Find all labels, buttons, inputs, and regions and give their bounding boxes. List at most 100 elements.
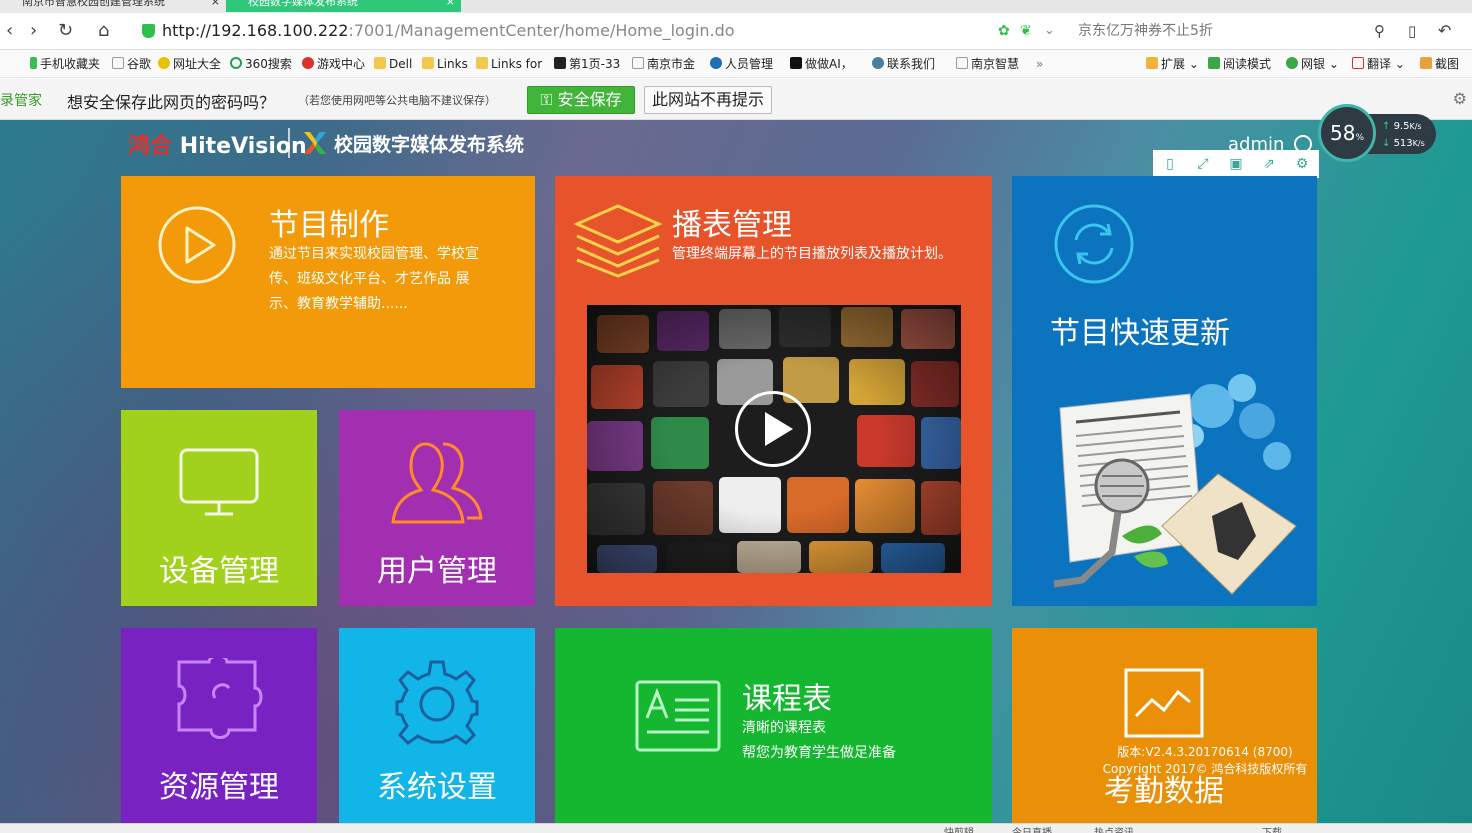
- status-item[interactable]: 热点资讯: [1094, 824, 1134, 833]
- play-button-icon[interactable]: [735, 391, 811, 467]
- usage-percent-value: 58: [1329, 121, 1356, 145]
- tile-resource-management[interactable]: 资源管理: [121, 628, 317, 823]
- bookmark-item[interactable]: 联系我们: [872, 56, 935, 72]
- close-icon[interactable]: ×: [211, 0, 220, 12]
- game-icon: [302, 57, 314, 69]
- bookmark-item[interactable]: Dell: [374, 56, 412, 72]
- bookmark-label: Links: [437, 57, 468, 71]
- tile-description: 管理终端屏幕上的节目播放列表及播放计划。: [672, 246, 952, 262]
- toolbar-bank[interactable]: 网银 ⌄: [1286, 56, 1339, 72]
- search-input[interactable]: 京东亿万神券不止5折: [1070, 18, 1370, 44]
- tab-smart-campus[interactable]: 南京市智慧校园创建管理系统 ×: [0, 0, 226, 12]
- tile-title: 设备管理: [159, 554, 279, 589]
- status-item[interactable]: 今日直播: [1012, 824, 1052, 833]
- usage-percent: 58%: [1329, 121, 1364, 145]
- puzzle-icon: [1146, 57, 1158, 69]
- network-speed-widget[interactable]: ↑ 9.5K/s ↓ 513K/s 58%: [1318, 104, 1436, 162]
- folder-icon: [422, 57, 434, 69]
- bookmark-item[interactable]: 第1页-33: [554, 56, 620, 72]
- tile-user-management[interactable]: 用户管理: [339, 410, 535, 606]
- save-password-button[interactable]: ⚿ 安全保存: [527, 86, 635, 114]
- bookmark-item[interactable]: Links for: [476, 56, 542, 72]
- tile-playlist-management[interactable]: 播表管理 管理终端屏幕上的节目播放列表及播放计划。: [555, 176, 992, 606]
- tile-attendance-data[interactable]: 考勤数据: [1012, 628, 1317, 823]
- tile-program-production[interactable]: 节目制作 通过节目来实现校园管理、学校宣传、班级文化平台、才艺作品 展示、教育教…: [121, 176, 535, 388]
- bookmark-label: Links for: [491, 57, 543, 71]
- bookmark-item[interactable]: 360搜索: [230, 56, 292, 72]
- logo-divider: [288, 128, 290, 158]
- search-icon[interactable]: ⚲: [1374, 21, 1385, 41]
- undo-icon[interactable]: ↶: [1438, 21, 1451, 41]
- bookmark-label: 谷歌: [127, 57, 152, 71]
- status-item[interactable]: 下载: [1262, 824, 1282, 833]
- puzzle-icon: [177, 658, 263, 739]
- page-toolbar: ▯ ⤢ ▣ ⇗ ⚙: [1153, 150, 1319, 178]
- never-for-this-site-button[interactable]: 此网站不再提示: [644, 86, 772, 114]
- save-icon[interactable]: ▣: [1227, 155, 1245, 173]
- toolbar-screenshot[interactable]: 截图: [1420, 56, 1459, 72]
- number-three-icon: [554, 57, 566, 69]
- bookmark-item[interactable]: 南京市金: [632, 56, 695, 72]
- promo-video[interactable]: [587, 305, 961, 573]
- globe-icon: [158, 57, 170, 69]
- toolbar-label: 阅读模式: [1223, 57, 1272, 71]
- bookmark-item[interactable]: 网址大全: [158, 56, 221, 72]
- speed-unit: K/s: [1412, 139, 1425, 148]
- line-chart-icon: [1124, 668, 1204, 738]
- speedup-icon[interactable]: ✿: [998, 21, 1010, 41]
- tab-title: 南京市智慧校园创建管理系统: [22, 0, 165, 8]
- gear-icon[interactable]: ⚙: [1293, 155, 1311, 173]
- tile-system-settings[interactable]: 系统设置: [339, 628, 535, 823]
- gear-icon: [395, 660, 479, 745]
- shield-icon: [1286, 57, 1298, 69]
- x-logo-icon: [304, 132, 326, 154]
- bookmark-item[interactable]: 人员管理: [710, 56, 773, 72]
- bookmark-label: Dell: [389, 57, 413, 71]
- bookmarks-bar: 手机收藏夹 谷歌 网址大全 360搜索 游戏中心 Dell Links Link…: [0, 50, 1472, 78]
- close-icon[interactable]: ×: [446, 0, 455, 12]
- save-password-label: 安全保存: [557, 90, 622, 109]
- toolbar-extensions[interactable]: 扩展 ⌄: [1146, 56, 1199, 72]
- fullscreen-icon[interactable]: ⤢: [1194, 155, 1212, 173]
- tab-media-system[interactable]: 校园数字媒体发布系统 ×: [226, 0, 461, 12]
- speed-unit: K/s: [1409, 122, 1422, 131]
- tablet-icon[interactable]: ▯: [1161, 155, 1179, 173]
- password-manager-brand: 录管家: [0, 93, 42, 109]
- more-bookmarks-icon[interactable]: »: [1036, 56, 1043, 72]
- url-field[interactable]: http://192.168.100.222:7001/ManagementCe…: [140, 18, 1060, 44]
- home-icon[interactable]: ⌂: [98, 21, 109, 41]
- browser-tab-strip: 南京市智慧校园创建管理系统 × 校园数字媒体发布系统 ×: [0, 0, 1472, 13]
- toolbar-label: 扩展: [1161, 57, 1186, 71]
- bookmark-item[interactable]: Links: [422, 56, 468, 72]
- back-icon[interactable]: ‹: [6, 21, 13, 41]
- layers-icon: [573, 204, 663, 278]
- status-item[interactable]: 快剪辑: [944, 824, 974, 833]
- bookmark-item[interactable]: 南京智慧: [956, 56, 1019, 72]
- security-shield-icon: [142, 24, 155, 38]
- tile-class-schedule[interactable]: 课程表 清晰的课程表 帮您为教育学生做足准备: [555, 628, 992, 823]
- toolbar-translate[interactable]: 翻译 ⌄: [1352, 56, 1405, 72]
- forward-icon[interactable]: ›: [30, 21, 37, 41]
- memory-usage-ring: 58%: [1318, 104, 1376, 162]
- share-icon[interactable]: ⇗: [1260, 155, 1278, 173]
- people-icon: [710, 57, 722, 69]
- bookmark-item[interactable]: 做做AI，: [790, 56, 853, 72]
- upload-speed: ↑ 9.5K/s: [1382, 118, 1436, 135]
- bookmark-label: 联系我们: [887, 57, 936, 71]
- tile-device-management[interactable]: 设备管理: [121, 410, 317, 606]
- bookmark-label: 游戏中心: [317, 57, 366, 71]
- leaf-icon[interactable]: ❦: [1020, 21, 1032, 41]
- tile-quick-program-update[interactable]: 节目快速更新: [1012, 176, 1317, 606]
- toolbar-reader-mode[interactable]: 阅读模式: [1208, 56, 1271, 72]
- tile-title: 资源管理: [159, 770, 279, 805]
- brand-cn: 鸿合: [128, 134, 173, 159]
- search-360-icon: [230, 57, 242, 69]
- bookmark-item[interactable]: 谷歌: [112, 56, 151, 72]
- gear-icon[interactable]: ⚙: [1453, 89, 1467, 108]
- bookmark-item[interactable]: 游戏中心: [302, 56, 365, 72]
- phone-icon[interactable]: ▯: [1408, 21, 1416, 41]
- chevron-down-icon[interactable]: ⌄: [1044, 21, 1055, 41]
- reload-icon[interactable]: ↻: [58, 21, 73, 41]
- bookmark-item[interactable]: 手机收藏夹: [30, 56, 100, 72]
- upload-arrow-icon: ↑: [1382, 121, 1394, 132]
